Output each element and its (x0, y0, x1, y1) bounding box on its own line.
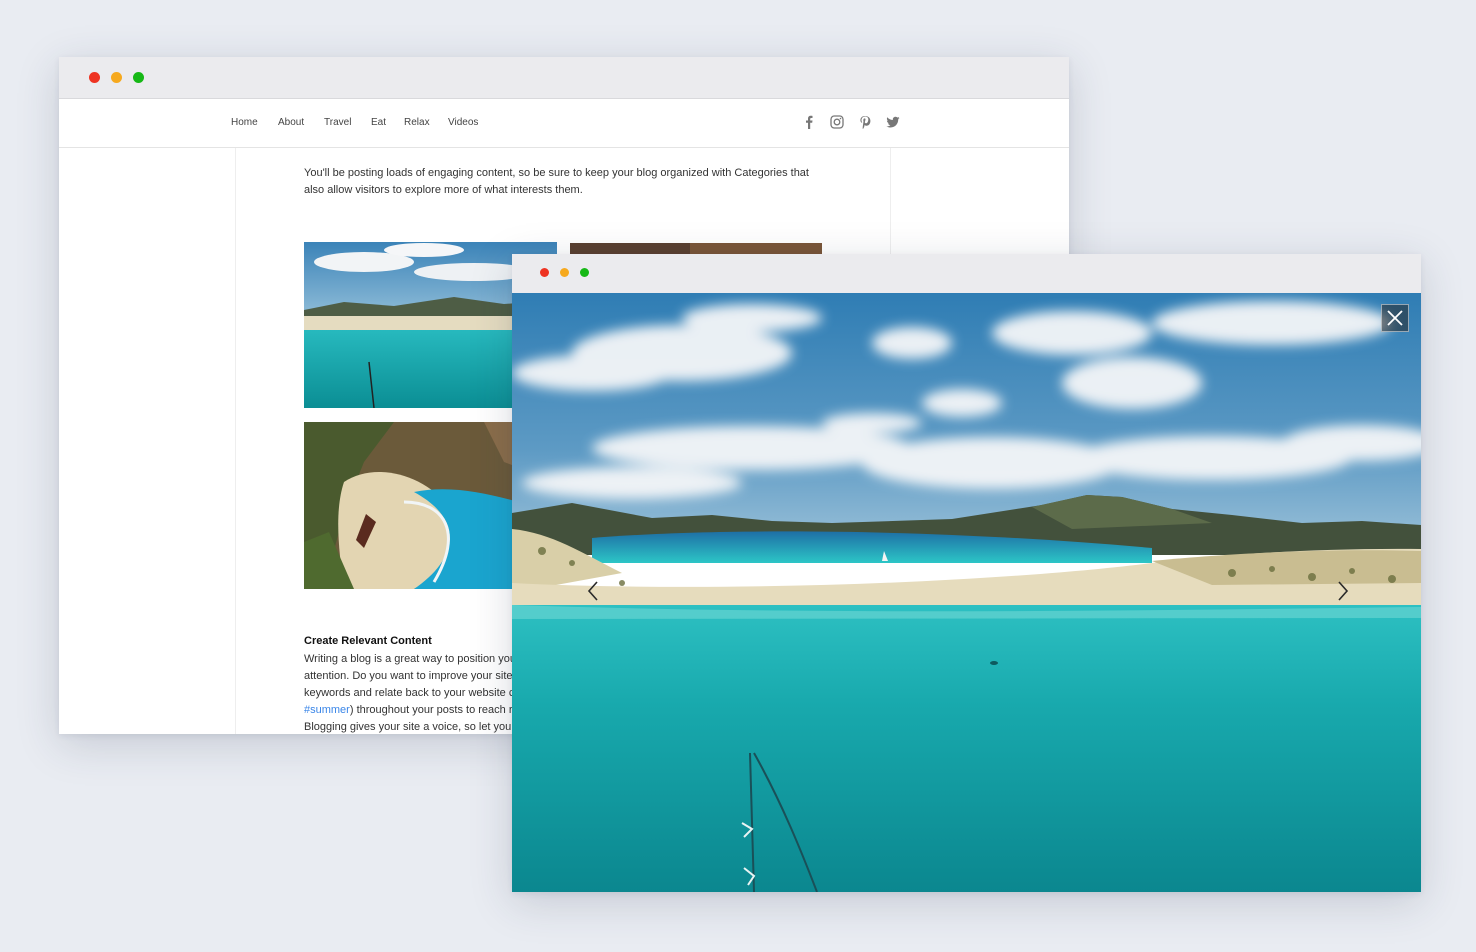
nav-about[interactable]: About (278, 117, 304, 128)
facebook-icon[interactable] (802, 115, 816, 129)
close-viewer-button[interactable] (1381, 304, 1409, 332)
chevron-right-icon[interactable] (1336, 580, 1350, 602)
close-icon (1387, 310, 1403, 326)
photo-viewer-window (512, 254, 1421, 892)
expanded-photo[interactable] (512, 293, 1421, 892)
nav-relax[interactable]: Relax (404, 117, 430, 128)
title-bar (512, 254, 1421, 293)
pinterest-icon[interactable] (858, 115, 872, 129)
twitter-icon[interactable] (886, 115, 900, 129)
content-column-border-left (235, 148, 236, 734)
gallery-photo-top-right[interactable] (570, 242, 822, 254)
instagram-icon[interactable] (830, 115, 844, 129)
site-navigation: Home About Travel Eat Relax Videos (59, 99, 1069, 148)
close-window-button[interactable] (540, 268, 549, 277)
hashtag-link[interactable]: #summer (304, 704, 350, 716)
minimize-window-button[interactable] (560, 268, 569, 277)
chevron-left-icon[interactable] (586, 580, 600, 602)
section-heading: Create Relevant Content (304, 635, 432, 647)
nav-eat[interactable]: Eat (371, 117, 386, 128)
maximize-window-button[interactable] (133, 72, 144, 83)
maximize-window-button[interactable] (580, 268, 589, 277)
nav-home[interactable]: Home (231, 117, 258, 128)
title-bar (59, 57, 1069, 99)
post-body-text: ) throughout your posts to reach r (349, 704, 513, 716)
nav-travel[interactable]: Travel (324, 117, 351, 128)
nav-videos[interactable]: Videos (448, 117, 478, 128)
close-window-button[interactable] (89, 72, 100, 83)
post-intro-paragraph: You'll be posting loads of engaging cont… (304, 167, 809, 196)
minimize-window-button[interactable] (111, 72, 122, 83)
